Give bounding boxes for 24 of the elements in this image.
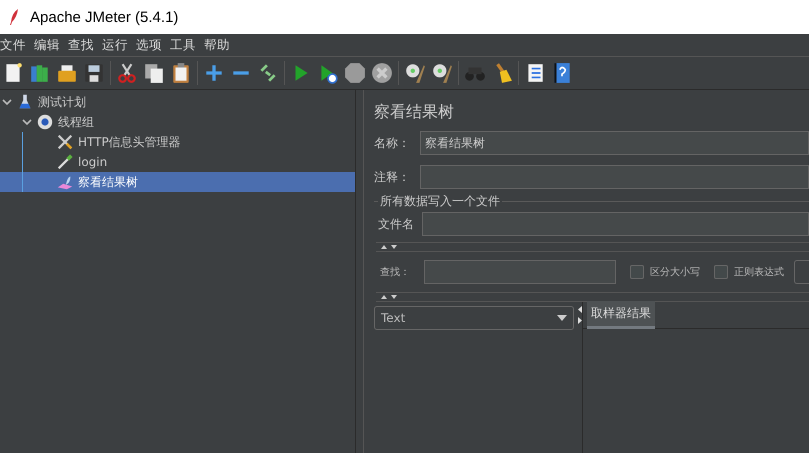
search-label: 查找： [380, 266, 411, 279]
group-title: 所有数据写入一个文件 [380, 193, 500, 210]
menu-item[interactable]: 查找 [64, 36, 98, 54]
checkbox-label: 区分大小写 [650, 266, 700, 279]
menu-item[interactable]: 工具 [166, 36, 200, 54]
checkbox-label: 正则表达式 [734, 266, 784, 279]
tree-item[interactable]: 线程组 [0, 112, 355, 132]
field-label: 名称： [374, 134, 411, 152]
menu-item[interactable]: 帮助 [200, 36, 234, 54]
field-label: 注释： [374, 168, 411, 186]
menu-item[interactable]: 选项 [132, 36, 166, 54]
tree-item[interactable]: login [0, 152, 355, 172]
field-label: 文件名 [377, 216, 415, 232]
window-title: Apache JMeter (5.4.1) [30, 8, 178, 26]
tree-item[interactable]: 测试计划 [0, 92, 355, 112]
tree-item[interactable]: 察看结果树 [0, 172, 355, 192]
renderer-dropdown[interactable]: Text [374, 306, 574, 330]
tree-item[interactable]: HTTP信息头管理器 [0, 132, 355, 152]
menu-item[interactable]: 运行 [98, 36, 132, 54]
name-field[interactable]: 察看结果树 [420, 131, 809, 155]
tab[interactable]: 取样器结果 [587, 301, 655, 329]
panel-title: 察看结果树 [374, 102, 455, 123]
menu-item[interactable]: 文件 [0, 36, 30, 54]
menu-item[interactable]: 编辑 [30, 36, 64, 54]
